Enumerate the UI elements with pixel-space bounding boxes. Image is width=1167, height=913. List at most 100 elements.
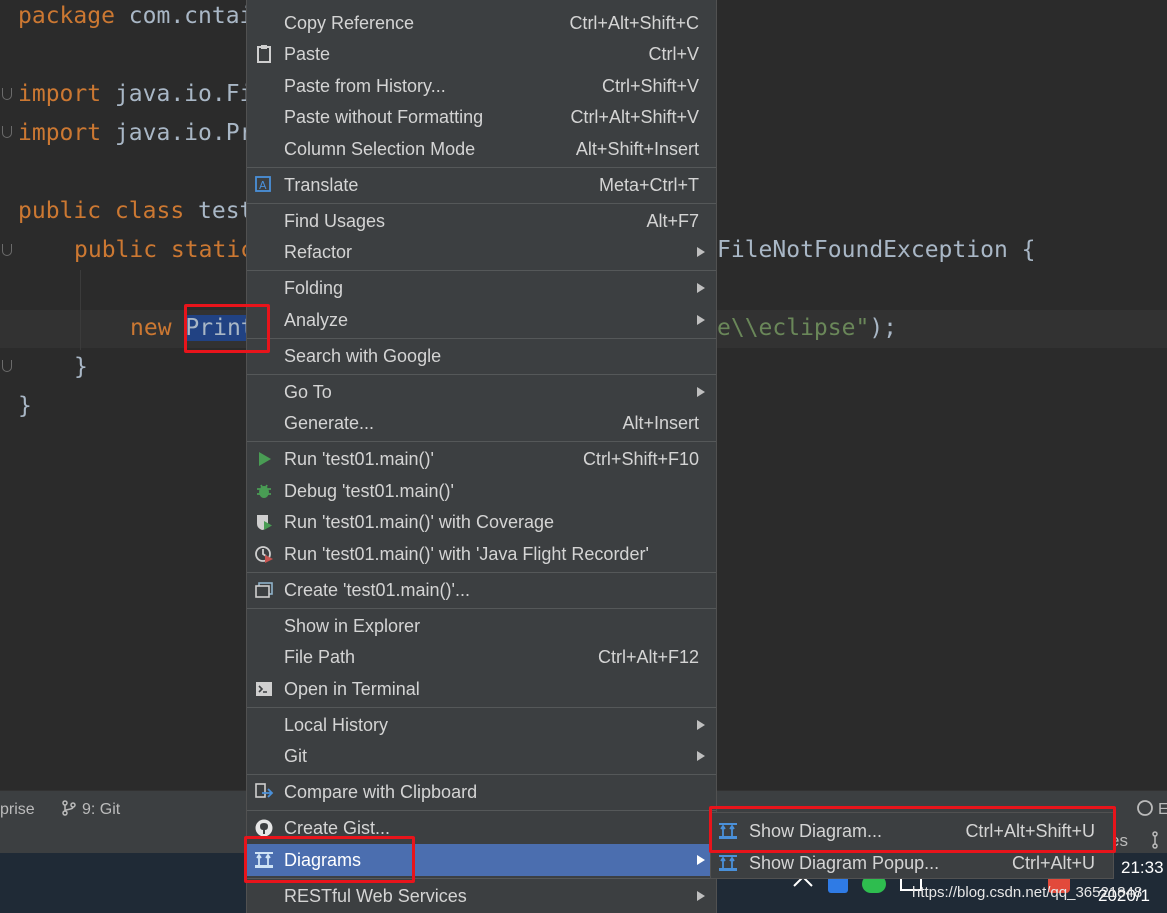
menu-item-show-in-explorer[interactable]: Show in Explorer <box>247 610 716 642</box>
menu-item-label: Run 'test01.main()' with Coverage <box>284 512 554 532</box>
menu-item-run-flight-recorder[interactable]: Run 'test01.main()' with 'Java Flight Re… <box>247 538 716 570</box>
selected-identifier[interactable]: Print <box>185 315 255 341</box>
menu-item-shortcut: Ctrl+Alt+Shift+C <box>569 13 699 33</box>
keyword: public static <box>74 237 255 263</box>
code-line-new[interactable]: new Print <box>130 309 255 348</box>
submenu-item-show-diagram[interactable]: Show Diagram... Ctrl+Alt+Shift+U <box>711 815 1113 847</box>
menu-item-restful[interactable]: RESTful Web Services <box>247 880 716 912</box>
submenu-item-shortcut: Ctrl+Alt+Shift+U <box>965 821 1095 841</box>
run-config-icon <box>255 582 273 598</box>
watermark-url: https://blog.csdn.net/qq_36521848 <box>912 884 1143 901</box>
tool-window-tab[interactable]: prise <box>0 791 35 829</box>
fold-marker[interactable] <box>2 88 12 100</box>
class-name: test <box>184 198 254 224</box>
event-log-icon <box>1137 800 1153 816</box>
menu-item-label: Debug 'test01.main()' <box>284 481 454 501</box>
menu-item-local-history[interactable]: Local History <box>247 709 716 741</box>
menu-item-run-coverage[interactable]: Run 'test01.main()' with Coverage <box>247 506 716 538</box>
menu-item-create-gist[interactable]: Create Gist... <box>247 812 716 844</box>
submenu-arrow-icon <box>697 751 705 761</box>
diagrams-submenu: Show Diagram... Ctrl+Alt+Shift+U Show Di… <box>710 812 1114 879</box>
debug-icon <box>257 484 271 498</box>
menu-item-label: Copy Reference <box>284 13 415 33</box>
menu-item-label: Find Usages <box>284 211 386 231</box>
menu-item-paste[interactable]: Paste Ctrl+V <box>247 38 716 70</box>
menu-item-diagrams[interactable]: Diagrams <box>247 844 716 876</box>
menu-separator <box>247 203 716 204</box>
clipboard-icon <box>257 45 271 63</box>
menu-item-generate[interactable]: Generate... Alt+Insert <box>247 407 716 439</box>
code-line-import[interactable]: import java.io.Fi <box>18 75 253 114</box>
menu-item-label: RESTful Web Services <box>284 886 467 906</box>
menu-item-column-selection[interactable]: Column Selection Mode Alt+Shift+Insert <box>247 133 716 165</box>
menu-item-analyze[interactable]: Analyze <box>247 304 716 336</box>
menu-separator <box>247 878 716 879</box>
code-line-method[interactable]: public static <box>74 231 254 270</box>
menu-item-compare-clipboard[interactable]: Compare with Clipboard <box>247 776 716 808</box>
menu-item-label: File Path <box>284 647 356 667</box>
menu-item-label: Go To <box>284 382 332 402</box>
code-line-class[interactable]: public class test <box>18 192 253 231</box>
keyword: import <box>18 120 102 146</box>
menu-item-shortcut: Meta+Ctrl+T <box>598 175 699 195</box>
menu-item-paste-history[interactable]: Paste from History... Ctrl+Shift+V <box>247 70 716 102</box>
menu-item-label: Paste <box>284 44 331 64</box>
menu-item-folding[interactable]: Folding <box>247 272 716 304</box>
keyword: import <box>18 81 102 107</box>
code-method-throws: FileNotFoundException { <box>717 237 1036 263</box>
menu-item-label: Refactor <box>284 242 353 262</box>
menu-separator <box>247 572 716 573</box>
menu-item-shortcut: Alt+F7 <box>646 211 699 231</box>
menu-item-file-path[interactable]: File Path Ctrl+Alt+F12 <box>247 641 716 673</box>
fold-marker[interactable] <box>2 126 12 138</box>
submenu-arrow-icon <box>697 247 705 257</box>
indent-guide <box>80 270 81 350</box>
branch-icon <box>1152 831 1158 849</box>
menu-item-label: Analyze <box>284 310 349 330</box>
code-new-tail: e\\eclipse"); <box>717 309 897 348</box>
menu-separator <box>247 270 716 271</box>
coverage-icon <box>257 515 272 530</box>
menu-item-create-config[interactable]: Create 'test01.main()'... <box>247 574 716 606</box>
menu-item-search-google[interactable]: Search with Google <box>247 340 716 372</box>
menu-separator <box>247 167 716 168</box>
menu-item-label: Diagrams <box>284 850 362 870</box>
submenu-item-show-diagram-popup[interactable]: Show Diagram Popup... Ctrl+Alt+U <box>711 847 1113 879</box>
code-line-import[interactable]: import java.io.Pr <box>18 114 253 153</box>
tool-window-git[interactable]: 9: Git <box>62 791 120 829</box>
menu-item-paste-without-formatting[interactable]: Paste without Formatting Ctrl+Alt+Shift+… <box>247 101 716 133</box>
code-line-package[interactable]: package com.cntai <box>18 0 253 36</box>
menu-item-label: Git <box>284 746 308 766</box>
menu-item-label: Paste from History... <box>284 76 446 96</box>
menu-item-open-terminal[interactable]: Open in Terminal <box>247 673 716 705</box>
string-literal: e\\eclipse" <box>717 315 870 341</box>
menu-item-run[interactable]: Run 'test01.main()' Ctrl+Shift+F10 <box>247 443 716 475</box>
menu-item-label: Run 'test01.main()' <box>284 449 434 469</box>
submenu-item-label: Show Diagram... <box>749 821 883 841</box>
submenu-arrow-icon <box>697 720 705 730</box>
menu-item-label: Paste without Formatting <box>284 107 484 127</box>
tool-window-event[interactable]: E <box>1136 791 1167 829</box>
event-tab-label: E <box>1158 801 1167 818</box>
fold-marker[interactable] <box>2 360 12 372</box>
menu-item-translate[interactable]: A Translate Meta+Ctrl+T <box>247 169 716 201</box>
menu-item-label: Folding <box>284 278 344 298</box>
menu-item-debug[interactable]: Debug 'test01.main()' <box>247 475 716 507</box>
compare-icon <box>255 783 274 798</box>
menu-separator <box>247 774 716 775</box>
fold-marker[interactable] <box>2 244 12 256</box>
menu-item-label: Open in Terminal <box>284 679 420 699</box>
svg-text:A: A <box>259 179 267 192</box>
clock-time[interactable]: 21:33 <box>1121 858 1164 878</box>
menu-item-shortcut: Ctrl+V <box>648 44 699 64</box>
menu-item-refactor[interactable]: Refactor <box>247 236 716 268</box>
menu-item-label: Local History <box>284 715 389 735</box>
menu-item-label: Show in Explorer <box>284 616 421 636</box>
menu-item-shortcut: Ctrl+Alt+F12 <box>597 647 699 667</box>
menu-item-label: Create Gist... <box>284 818 391 838</box>
submenu-arrow-icon <box>697 315 705 325</box>
menu-item-git[interactable]: Git <box>247 740 716 772</box>
menu-item-copy-reference[interactable]: Copy Reference Ctrl+Alt+Shift+C <box>247 7 716 39</box>
menu-item-go-to[interactable]: Go To <box>247 376 716 408</box>
menu-item-find-usages[interactable]: Find Usages Alt+F7 <box>247 205 716 237</box>
